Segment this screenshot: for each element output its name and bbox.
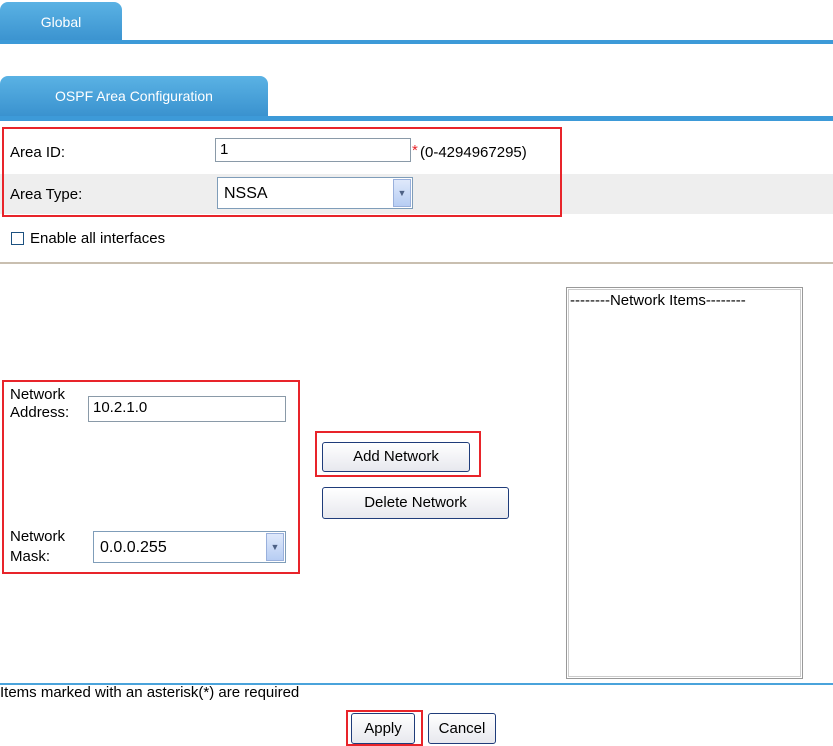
network-address-value: 10.2.1.0 — [93, 399, 148, 416]
network-mask-value: 0.0.0.255 — [100, 539, 167, 556]
tab-ospf-underline — [0, 116, 833, 121]
apply-button[interactable]: Apply — [351, 713, 415, 744]
network-items-list-inner — [568, 289, 801, 677]
cancel-label: Cancel — [438, 720, 486, 737]
network-mask-label-line2: Mask: — [10, 548, 51, 565]
tab-ospf-area-label: OSPF Area Configuration — [55, 88, 213, 104]
network-items-list[interactable]: --------Network Items-------- — [566, 287, 803, 679]
cancel-button[interactable]: Cancel — [428, 713, 496, 744]
tab-global-label: Global — [40, 14, 82, 30]
add-network-label: Add Network — [353, 448, 439, 465]
tab-global-underline — [0, 40, 833, 44]
network-address-input[interactable]: 10.2.1.0 — [88, 396, 286, 422]
enable-all-interfaces-label: Enable all interfaces — [30, 230, 166, 247]
tab-ospf-area-configuration[interactable]: OSPF Area Configuration — [0, 76, 268, 116]
network-items-header: --------Network Items-------- — [570, 292, 746, 309]
network-address-label-line2: Address: — [10, 404, 70, 421]
enable-all-interfaces-checkbox[interactable] — [11, 232, 24, 245]
delete-network-button[interactable]: Delete Network — [322, 487, 509, 519]
add-network-button[interactable]: Add Network — [322, 442, 470, 472]
network-address-label-line1: Network — [10, 386, 66, 403]
tab-global[interactable]: Global — [0, 2, 122, 42]
area-settings-highlight — [2, 127, 562, 217]
apply-label: Apply — [364, 720, 402, 737]
section-divider — [0, 262, 833, 264]
chevron-down-icon[interactable]: ▼ — [266, 533, 284, 561]
network-mask-label-line1: Network — [10, 528, 66, 545]
delete-network-label: Delete Network — [364, 494, 467, 511]
required-note: Items marked with an asterisk(*) are req… — [0, 684, 300, 701]
network-mask-select[interactable]: 0.0.0.255 ▼ — [93, 531, 286, 563]
